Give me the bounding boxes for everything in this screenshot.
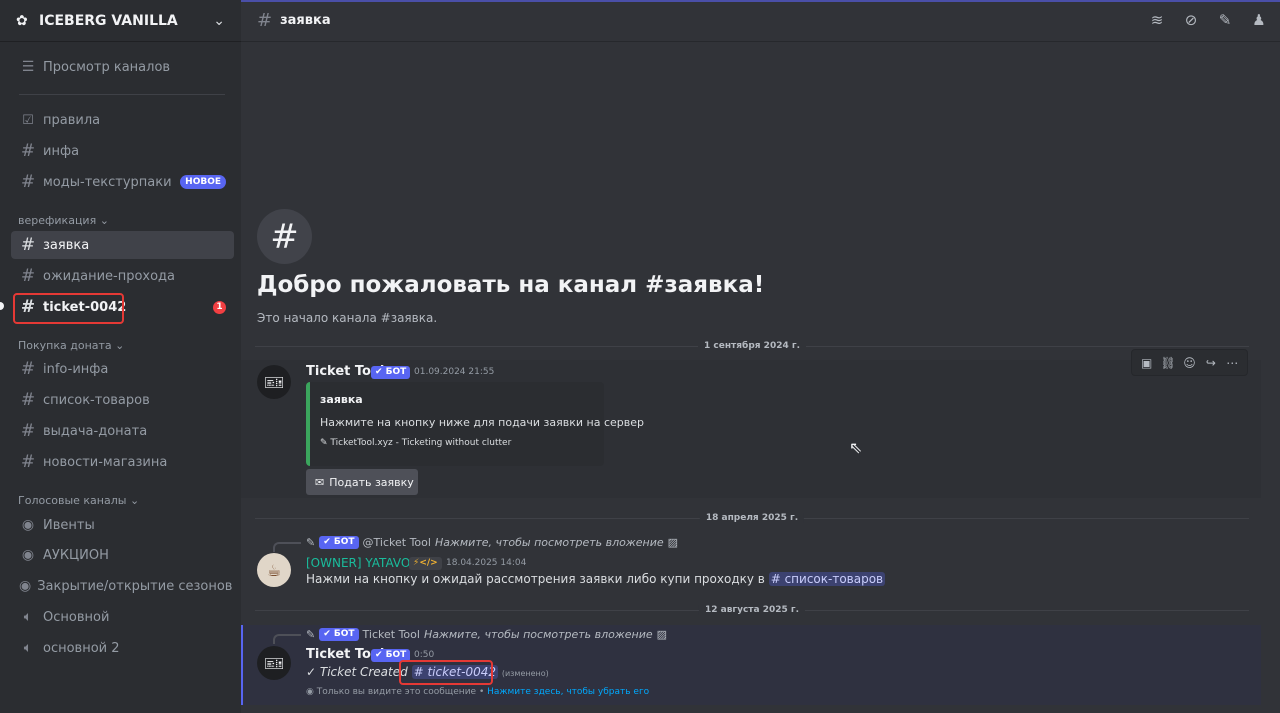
- new-badge: НОВОЕ: [180, 175, 226, 189]
- server-icon: ✿: [16, 12, 28, 29]
- hash-icon: #: [20, 235, 36, 255]
- unread-count-badge: 1: [213, 300, 226, 314]
- sidebar-item-seasons[interactable]: ◉ Закрытие/открытие сезонов: [11, 572, 234, 600]
- chevron-down-icon: ⌄: [99, 214, 109, 227]
- image-icon: ▨: [656, 628, 668, 641]
- message-timestamp: 01.09.2024 21:55: [414, 367, 495, 377]
- message-author[interactable]: [OWNER] YATAVO: [306, 556, 410, 570]
- sidebar-item-auction[interactable]: ◉ АУКЦИОН: [11, 541, 234, 569]
- reply-connector: [273, 542, 301, 552]
- server-name: ICEBERG VANILLA: [39, 12, 178, 29]
- more-icon[interactable]: ⋯: [1223, 356, 1241, 370]
- members-icon[interactable]: ♟: [1250, 11, 1268, 29]
- browse-channels-button[interactable]: ☰ Просмотр каналов: [11, 53, 234, 81]
- sidebar-item-issue[interactable]: # выдача-доната: [11, 417, 234, 445]
- mouse-cursor-icon: ⇖: [849, 438, 863, 457]
- welcome-subtitle: Это начало канала #заявка.: [257, 311, 438, 325]
- reply-preview[interactable]: ✎ ✔ БОТ @Ticket Tool Нажмите, чтобы посм…: [306, 536, 678, 549]
- date-separator: 18 апреля 2025 г.: [255, 513, 1249, 523]
- unread-indicator: [0, 302, 4, 310]
- sidebar-item-waiting[interactable]: # ожидание-прохода: [11, 262, 234, 290]
- avatar[interactable]: 🎫︎: [257, 646, 291, 680]
- sidebar-item-rules[interactable]: ☑ правила: [11, 106, 234, 134]
- chevron-down-icon: ⌄: [129, 494, 140, 507]
- sidebar-item-news[interactable]: # новости-магазина: [11, 448, 234, 476]
- sidebar-divider: [19, 94, 225, 95]
- edited-label: (изменено): [501, 669, 549, 678]
- bot-badge: ✔ БОТ: [371, 366, 411, 379]
- pin-icon[interactable]: ✎: [1216, 11, 1234, 29]
- notifications-muted-icon[interactable]: ⊘: [1182, 11, 1200, 29]
- category-verification[interactable]: верефикация ⌄: [18, 214, 109, 227]
- eye-icon: ◉: [306, 687, 314, 697]
- avatar[interactable]: 🎫︎: [257, 365, 291, 399]
- reply-preview[interactable]: ✎ ✔ БОТ Ticket Tool Нажмите, чтобы посмо…: [306, 628, 667, 641]
- forward-icon[interactable]: ↪: [1202, 356, 1220, 370]
- sidebar-item-goods[interactable]: # список-товаров: [11, 386, 234, 414]
- embed-footer: ✎ TicketTool.xyz - Ticketing without clu…: [320, 438, 512, 448]
- rules-icon: ☑: [22, 112, 34, 128]
- hash-icon: #: [20, 390, 36, 410]
- category-donate[interactable]: Покупка доната ⌄: [18, 339, 124, 352]
- hash-icon: #: [20, 266, 36, 286]
- channel-title: заявка: [280, 13, 331, 28]
- ticket-icon: ✎: [320, 438, 328, 448]
- chevron-down-icon[interactable]: ⌄: [213, 13, 225, 29]
- hash-icon: #: [20, 359, 36, 379]
- submit-application-button[interactable]: ✉ Подать заявку: [306, 469, 418, 495]
- hash-icon: #: [257, 10, 273, 31]
- highlight-box: [13, 293, 124, 324]
- bot-avatar-small-icon: ✎: [306, 628, 316, 641]
- message-hover-toolbar: ▣ ⛓ ☺ ↪ ⋯: [1131, 349, 1248, 376]
- welcome-title: Добро пожаловать на канал #заявка!: [257, 272, 765, 298]
- hash-icon: #: [20, 172, 36, 192]
- link-icon[interactable]: ⛓: [1159, 356, 1177, 370]
- stage-icon: ◉: [21, 547, 35, 563]
- highlight-box: [399, 660, 493, 685]
- date-separator: 1 сентября 2024 г.: [255, 341, 1249, 351]
- add-reaction-icon[interactable]: ☺: [1180, 356, 1198, 370]
- message-text: Нажми на кнопку и ожидай рассмотрения за…: [306, 572, 886, 586]
- mail-icon: ✉: [315, 475, 325, 489]
- hash-icon: #: [20, 421, 36, 441]
- server-header[interactable]: ✿ ICEBERG VANILLA ⌄: [0, 0, 241, 42]
- ephemeral-note: ◉ Только вы видите это сообщение • Нажми…: [306, 687, 650, 697]
- role-badge: ⚡</>: [409, 557, 442, 570]
- bot-avatar-small-icon: ✎: [306, 536, 316, 549]
- sidebar-item-mods[interactable]: # моды-текстурпаки НОВОЕ: [11, 168, 234, 196]
- sidebar-item-main-voice-2[interactable]: 🔈︎ основной 2: [11, 634, 234, 662]
- header-toolbar: ≋ ⊘ ✎ ♟: [1148, 11, 1268, 29]
- hash-icon: #: [20, 452, 36, 472]
- embed-description: Нажмите на кнопку ниже для подачи заявки…: [320, 416, 644, 429]
- image-icon: ▨: [667, 536, 679, 549]
- date-separator: 12 августа 2025 г.: [255, 605, 1249, 615]
- hash-icon: #: [20, 141, 36, 161]
- chevron-down-icon: ⌄: [115, 339, 125, 352]
- browse-icon: ☰: [21, 59, 35, 75]
- dismiss-link[interactable]: Нажмите здесь, чтобы убрать его: [487, 687, 649, 697]
- sidebar-item-events[interactable]: ◉ Ивенты: [11, 511, 234, 539]
- stage-icon: ◉: [21, 517, 35, 533]
- channel-sidebar: ✿ ICEBERG VANILLA ⌄ ☰ Просмотр каналов ☑…: [0, 0, 241, 713]
- message-embed: заявка Нажмите на кнопку ниже для подачи…: [306, 382, 644, 466]
- sidebar-item-info[interactable]: # инфа: [11, 137, 234, 165]
- sidebar-item-main-voice[interactable]: 🔈︎ Основной: [11, 603, 234, 631]
- sidebar-item-zayavka[interactable]: # заявка: [11, 231, 234, 259]
- copy-id-icon[interactable]: ▣: [1138, 356, 1156, 370]
- channel-hash-icon: #: [257, 209, 312, 264]
- embed-title: заявка: [320, 393, 363, 406]
- threads-icon[interactable]: ≋: [1148, 11, 1166, 29]
- sidebar-item-info-info[interactable]: # info-инфа: [11, 355, 234, 383]
- category-voice[interactable]: Голосовые каналы ⌄: [18, 494, 139, 507]
- message-timestamp: 0:50: [414, 650, 435, 660]
- speaker-icon: 🔈︎: [23, 609, 33, 625]
- channel-mention[interactable]: # список-товаров: [768, 572, 886, 586]
- channel-header: # заявка ≋ ⊘ ✎ ♟: [241, 0, 1280, 42]
- stage-icon: ◉: [19, 578, 32, 594]
- speaker-icon: 🔈︎: [23, 640, 33, 656]
- reply-connector: [273, 634, 301, 644]
- message-timestamp: 18.04.2025 14:04: [446, 558, 527, 568]
- avatar[interactable]: ☕︎: [257, 553, 291, 587]
